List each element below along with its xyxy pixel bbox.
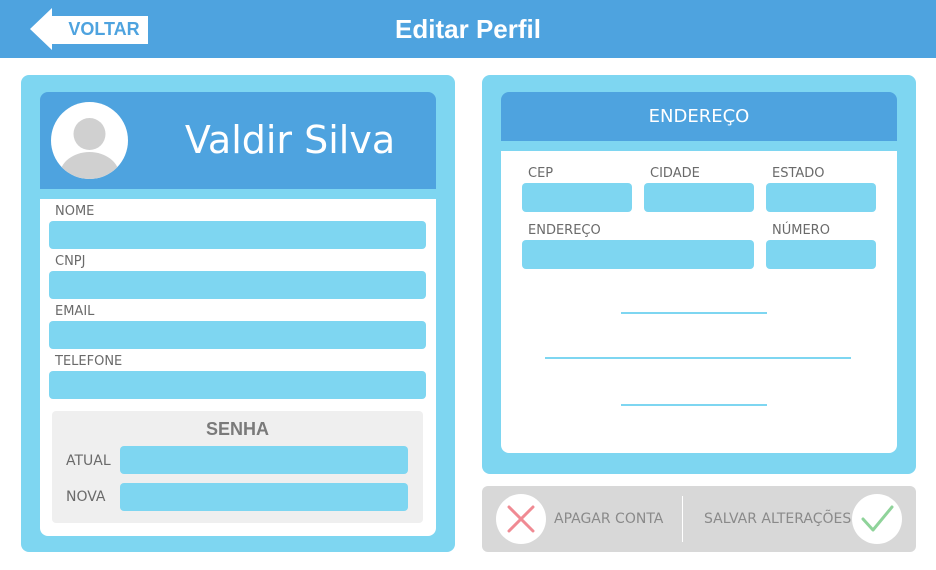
estado-input[interactable] bbox=[766, 183, 876, 212]
endereco-input[interactable] bbox=[522, 240, 754, 269]
profile-header: Valdir Silva bbox=[40, 92, 436, 189]
save-changes-button[interactable]: SALVAR ALTERAÇÕES bbox=[704, 486, 851, 552]
new-password-input[interactable] bbox=[120, 483, 408, 511]
placeholder-line bbox=[545, 357, 851, 359]
current-password-label: ATUAL bbox=[66, 453, 111, 469]
address-card: ENDEREÇO CEP CIDADE ESTADO ENDEREÇO NÚME… bbox=[482, 75, 916, 474]
password-title: SENHA bbox=[205, 419, 269, 439]
cep-input[interactable] bbox=[522, 183, 632, 212]
numero-label: NÚMERO bbox=[772, 223, 830, 238]
email-label: EMAIL bbox=[55, 304, 95, 319]
avatar[interactable] bbox=[51, 102, 128, 179]
address-form: CEP CIDADE ESTADO ENDEREÇO NÚMERO bbox=[501, 151, 897, 453]
placeholder-line bbox=[621, 404, 767, 406]
action-divider bbox=[682, 496, 683, 542]
action-bar: APAGAR CONTA SALVAR ALTERAÇÕES bbox=[482, 486, 916, 552]
cidade-input[interactable] bbox=[644, 183, 754, 212]
profile-form: NOME CNPJ EMAIL TELEFONE SENHA ATUAL NOV… bbox=[40, 199, 436, 536]
endereco-label: ENDEREÇO bbox=[528, 223, 601, 238]
email-input[interactable] bbox=[49, 321, 426, 349]
cnpj-input[interactable] bbox=[49, 271, 426, 299]
cnpj-label: CNPJ bbox=[55, 254, 86, 269]
cep-label: CEP bbox=[528, 166, 554, 181]
estado-label: ESTADO bbox=[772, 166, 825, 181]
telefone-label: TELEFONE bbox=[55, 354, 123, 369]
address-title: ENDEREÇO bbox=[501, 92, 897, 141]
password-section: SENHA ATUAL NOVA bbox=[52, 411, 423, 523]
nome-label: NOME bbox=[55, 204, 95, 219]
profile-card: Valdir Silva NOME CNPJ EMAIL TELEFONE SE… bbox=[21, 75, 455, 552]
nome-input[interactable] bbox=[49, 221, 426, 249]
page-title: Editar Perfil bbox=[395, 14, 541, 44]
cidade-label: CIDADE bbox=[650, 166, 700, 181]
save-changes-icon-button[interactable] bbox=[852, 494, 902, 544]
telefone-input[interactable] bbox=[49, 371, 426, 399]
top-bar: VOLTAR Editar Perfil bbox=[0, 0, 936, 58]
placeholder-line bbox=[621, 312, 767, 314]
current-password-input[interactable] bbox=[120, 446, 408, 474]
profile-name: Valdir Silva bbox=[184, 118, 396, 162]
check-icon bbox=[861, 505, 894, 532]
delete-account-icon-button[interactable] bbox=[496, 494, 546, 544]
new-password-label: NOVA bbox=[66, 489, 106, 505]
user-silhouette-icon bbox=[59, 118, 120, 179]
numero-input[interactable] bbox=[766, 240, 876, 269]
delete-account-button[interactable]: APAGAR CONTA bbox=[554, 486, 663, 552]
x-icon bbox=[507, 505, 535, 533]
